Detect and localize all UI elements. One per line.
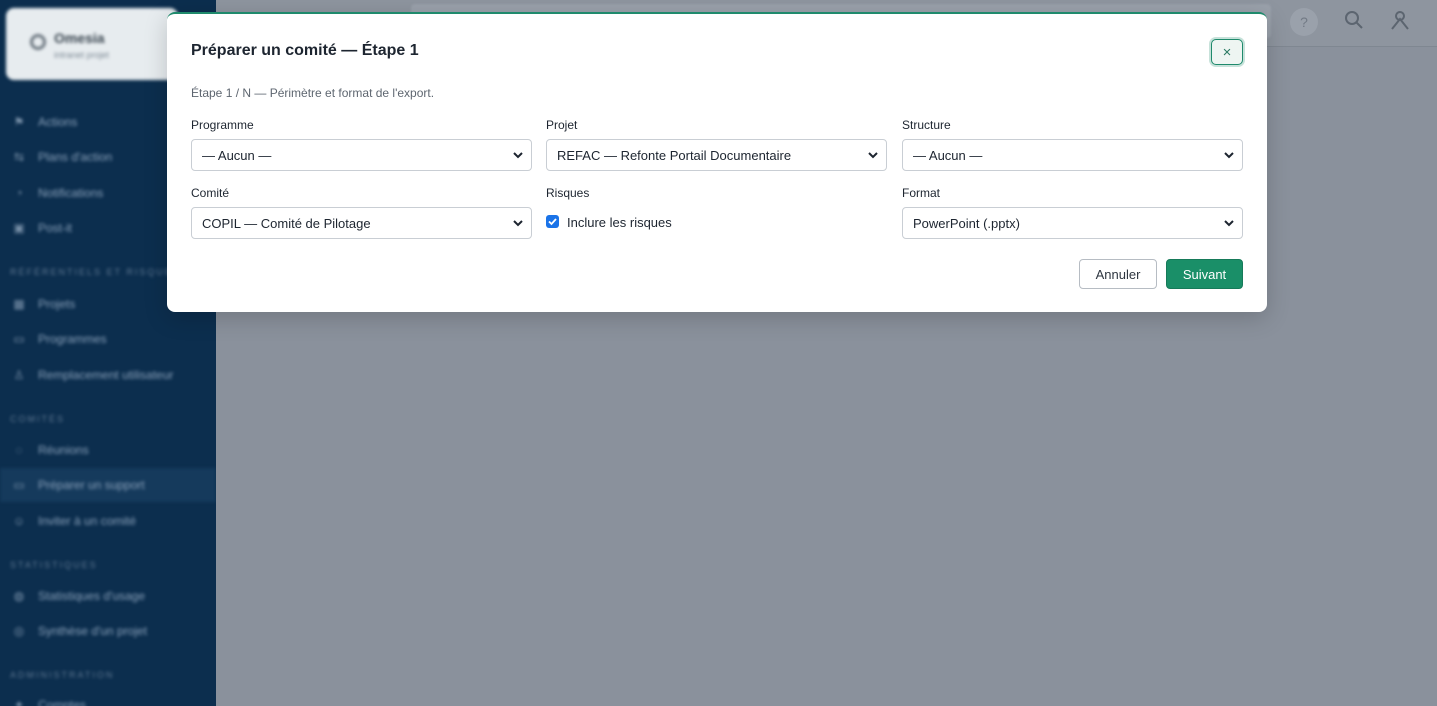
close-icon: × [1222, 43, 1232, 61]
help-icon[interactable]: ? [1290, 8, 1318, 36]
chevron-down-icon [1224, 152, 1234, 159]
brand-card[interactable]: Omesia intranet projet [6, 8, 178, 80]
sidebar-item-stats-usage[interactable]: ◍ Statistiques d'usage [0, 579, 216, 613]
search-icon[interactable] [1342, 10, 1366, 34]
projet-label: Projet [546, 118, 578, 132]
cancel-button[interactable]: Annuler [1079, 259, 1157, 289]
projet-select[interactable]: REFAC — Refonte Portail Documentaire [546, 139, 887, 171]
include-risks-checkbox[interactable] [546, 215, 559, 228]
sidebar-section-comites: Comités [10, 414, 66, 424]
sidebar-item-synthese-projet[interactable]: ◎ Synthèse d'un projet [0, 614, 216, 648]
target-icon: ◎ [13, 624, 25, 638]
prepare-committee-modal: Préparer un comité — Étape 1 × Étape 1 /… [167, 12, 1267, 312]
account-icon: ✦ [13, 698, 25, 706]
bell-icon: ◔ [15, 186, 23, 200]
comite-select-value: COPIL — Comité de Pilotage [202, 215, 371, 231]
structure-select-value: — Aucun — [913, 147, 983, 163]
flag-icon: ⚑ [13, 115, 25, 129]
users-icon: ☺ [12, 514, 26, 528]
programme-label: Programme [191, 118, 254, 132]
brand-name: Omesia [54, 30, 105, 46]
user-icon: ♙ [13, 368, 25, 382]
grid-icon: ▦ [13, 297, 25, 311]
structure-select[interactable]: — Aucun — [902, 139, 1243, 171]
structure-label: Structure [902, 118, 951, 132]
sidebar-item-inviter-comite[interactable]: ☺ Inviter à un comité [0, 504, 216, 538]
folder-icon: ▭ [13, 478, 25, 492]
comite-label: Comité [191, 186, 230, 200]
programme-select-value: — Aucun — [202, 147, 272, 163]
format-label: Format [902, 186, 941, 200]
modal-subtitle: Étape 1 / N — Périmètre et format de l'e… [191, 86, 435, 100]
folder-icon: ▭ [13, 332, 25, 346]
sidebar-section-referentiels: Référentiels et risques [10, 267, 181, 277]
format-select[interactable]: PowerPoint (.pptx) [902, 207, 1243, 239]
chevron-down-icon [868, 152, 878, 159]
chevron-down-icon [1224, 220, 1234, 227]
risques-label: Risques [546, 186, 590, 200]
modal-title: Préparer un comité — Étape 1 [191, 42, 419, 59]
comite-select[interactable]: COPIL — Comité de Pilotage [191, 207, 532, 239]
sidebar-item-reunions[interactable]: ◌ Réunions [0, 433, 216, 467]
sidebar-item-programmes[interactable]: ▭ Programmes [0, 322, 216, 356]
link-icon: ⇆ [13, 150, 25, 164]
sidebar-item-preparer-support[interactable]: ▭ Préparer un support [0, 468, 216, 502]
note-icon: ▣ [13, 221, 25, 235]
next-button[interactable]: Suivant [1166, 259, 1243, 289]
chat-icon: ◌ [15, 443, 23, 457]
stats-icon: ◍ [13, 589, 25, 603]
sidebar-section-statistiques: Statistiques [10, 560, 98, 570]
chevron-down-icon [513, 152, 523, 159]
brand-subtitle: intranet projet [54, 50, 110, 60]
programme-select[interactable]: — Aucun — [191, 139, 532, 171]
checkmark-icon [548, 218, 557, 226]
include-risks-label[interactable]: Inclure les risques [567, 215, 672, 230]
projet-select-value: REFAC — Refonte Portail Documentaire [557, 147, 792, 163]
sidebar-item-comptes[interactable]: ✦ Comptes [0, 688, 216, 706]
user-profile-icon[interactable] [1388, 10, 1412, 34]
format-select-value: PowerPoint (.pptx) [913, 215, 1020, 231]
chevron-down-icon [513, 220, 523, 227]
sidebar-item-remplacement[interactable]: ♙ Remplacement utilisateur [0, 358, 216, 392]
close-button[interactable]: × [1211, 39, 1243, 65]
sidebar-section-administration: Administration [10, 670, 115, 680]
logo-icon [30, 34, 46, 50]
